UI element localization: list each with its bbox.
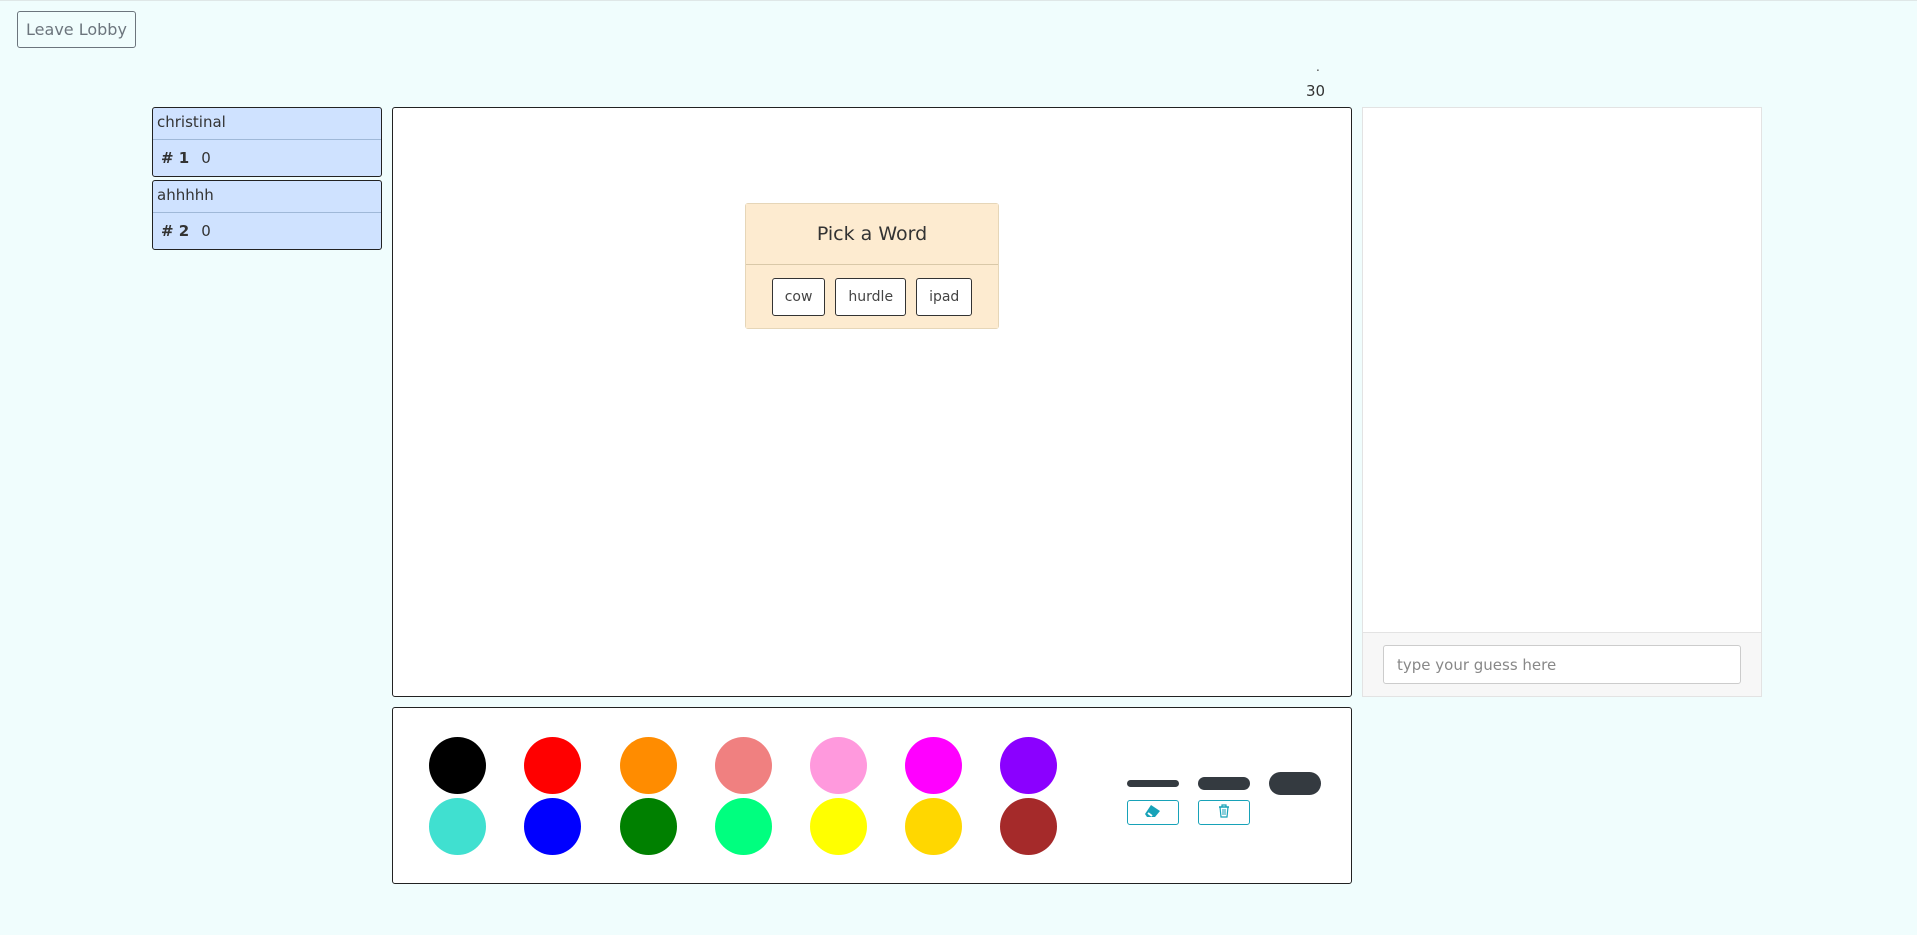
brush-size-large[interactable] xyxy=(1269,772,1321,795)
color-swatch-pink[interactable] xyxy=(810,737,867,794)
player-card: ahhhhh # 2 0 xyxy=(152,180,382,250)
guess-input[interactable] xyxy=(1383,645,1741,684)
color-swatch-magenta[interactable] xyxy=(905,737,962,794)
color-palette xyxy=(392,707,1352,884)
word-option-button[interactable]: ipad xyxy=(916,277,973,316)
word-picker-card: Pick a Word cow hurdle ipad xyxy=(745,203,999,329)
color-swatch-yellow[interactable] xyxy=(810,798,867,855)
clear-canvas-button[interactable] xyxy=(1198,800,1250,825)
color-swatch-black[interactable] xyxy=(429,737,486,794)
eraser-button[interactable] xyxy=(1127,800,1179,825)
color-swatch-violet[interactable] xyxy=(1000,737,1057,794)
trash-icon xyxy=(1216,803,1232,822)
player-rank: # 2 xyxy=(161,222,190,240)
player-rank: # 1 xyxy=(161,149,190,167)
player-score: 0 xyxy=(201,222,211,240)
drawing-canvas[interactable] xyxy=(392,107,1352,697)
color-swatch-spring-green[interactable] xyxy=(715,798,772,855)
color-swatch-orange[interactable] xyxy=(620,737,677,794)
word-picker-title: Pick a Word xyxy=(746,204,998,265)
player-card: christinal # 1 0 xyxy=(152,107,382,177)
eraser-icon xyxy=(1144,804,1162,821)
player-name: christinal xyxy=(153,108,381,140)
leave-lobby-button[interactable]: Leave Lobby xyxy=(17,11,136,48)
chat-footer xyxy=(1363,632,1761,696)
color-swatch-red[interactable] xyxy=(524,737,581,794)
color-swatch-brown[interactable] xyxy=(1000,798,1057,855)
timer-indicator: . xyxy=(1316,60,1320,74)
player-name: ahhhhh xyxy=(153,181,381,213)
color-swatch-gold[interactable] xyxy=(905,798,962,855)
word-option-button[interactable]: hurdle xyxy=(835,277,907,316)
timer-countdown: 30 xyxy=(1306,82,1326,100)
color-swatch-blue[interactable] xyxy=(524,798,581,855)
brush-size-medium[interactable] xyxy=(1198,777,1250,790)
color-swatch-salmon[interactable] xyxy=(715,737,772,794)
chat-panel xyxy=(1362,107,1762,697)
top-divider xyxy=(0,0,1917,1)
color-swatch-turquoise[interactable] xyxy=(429,798,486,855)
brush-size-small[interactable] xyxy=(1127,780,1179,787)
color-swatch-green[interactable] xyxy=(620,798,677,855)
player-score: 0 xyxy=(201,149,211,167)
word-option-button[interactable]: cow xyxy=(771,277,826,316)
